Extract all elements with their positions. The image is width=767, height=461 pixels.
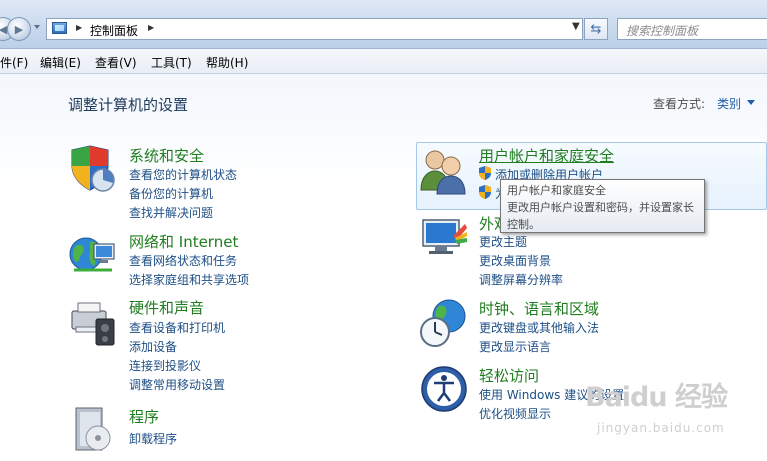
page-title: 调整计算机的设置: [68, 96, 189, 114]
category-hardware-sound[interactable]: 硬件和声音: [129, 297, 204, 318]
link-homegroup-sharing[interactable]: 选择家庭组和共享选项: [129, 271, 249, 288]
menu-help[interactable]: 帮助(H): [206, 54, 248, 71]
menu-bar: 件(F) 编辑(E) 查看(V) 工具(T) 帮助(H): [0, 49, 767, 74]
ease-of-access-icon[interactable]: [419, 364, 469, 414]
breadcrumb-separator-icon[interactable]: ▶: [148, 23, 154, 32]
forward-button[interactable]: ▶: [7, 17, 31, 41]
view-by-dropdown[interactable]: 类别: [717, 95, 741, 112]
view-by-label: 查看方式:: [653, 97, 706, 111]
hardware-sound-icon[interactable]: [68, 297, 118, 347]
watermark: Baidu 经验 jingyan.baidu.com: [585, 375, 755, 443]
link-troubleshoot[interactable]: 查找并解决问题: [129, 204, 213, 221]
refresh-icon: ⇆: [590, 21, 602, 37]
link-mobility-settings[interactable]: 调整常用移动设置: [129, 376, 225, 393]
link-change-display-language[interactable]: 更改显示语言: [479, 338, 551, 355]
link-uninstall-program[interactable]: 卸载程序: [129, 430, 177, 447]
tooltip-body: 更改用户帐户设置和密码，并设置家长控制。: [507, 201, 694, 231]
tooltip-title: 用户帐户和家庭安全: [507, 184, 606, 197]
category-ease-of-access[interactable]: 轻松访问: [479, 365, 539, 386]
link-devices-printers[interactable]: 查看设备和打印机: [129, 319, 225, 336]
address-bar[interactable]: ▶ 控制面板 ▶ ▼: [46, 18, 583, 40]
category-system-security[interactable]: 系统和安全: [129, 145, 204, 166]
watermark-url: jingyan.baidu.com: [597, 421, 725, 435]
link-add-device[interactable]: 添加设备: [129, 338, 177, 355]
category-clock-language-region[interactable]: 时钟、语言和区域: [479, 298, 599, 319]
menu-edit[interactable]: 编辑(E): [40, 54, 81, 71]
menu-tools[interactable]: 工具(T): [151, 54, 192, 71]
user-accounts-icon[interactable]: [419, 146, 469, 196]
tooltip: 用户帐户和家庭安全 更改用户帐户设置和密码，并设置家长控制。: [500, 179, 705, 233]
category-user-accounts[interactable]: 用户帐户和家庭安全: [479, 145, 614, 166]
search-input[interactable]: 搜索控制面板: [617, 18, 767, 40]
system-security-icon[interactable]: [68, 144, 118, 194]
breadcrumb-control-panel[interactable]: 控制面板: [90, 22, 138, 39]
uac-shield-icon: [479, 185, 491, 199]
category-network-internet[interactable]: 网络和 Internet: [129, 231, 238, 252]
breadcrumb-separator-icon[interactable]: ▶: [76, 23, 82, 32]
programs-icon[interactable]: [68, 404, 118, 454]
appearance-icon[interactable]: [419, 214, 469, 264]
link-change-theme[interactable]: 更改主题: [479, 233, 527, 250]
clock-language-region-icon[interactable]: [419, 298, 469, 348]
link-network-status[interactable]: 查看网络状态和任务: [129, 252, 237, 269]
network-internet-icon[interactable]: [68, 232, 118, 282]
category-programs[interactable]: 程序: [129, 406, 159, 427]
forward-arrow-icon: ▶: [14, 22, 24, 36]
menu-file[interactable]: 件(F): [0, 54, 28, 71]
watermark-logo: Baidu 经验: [585, 382, 728, 413]
recent-pages-dropdown[interactable]: [34, 25, 40, 29]
uac-shield-icon: [479, 166, 491, 180]
link-change-input-method[interactable]: 更改键盘或其他输入法: [479, 319, 599, 336]
search-placeholder: 搜索控制面板: [626, 24, 699, 38]
chevron-down-icon[interactable]: [747, 100, 755, 105]
control-panel-icon: [52, 22, 67, 34]
navigation-bar: ◀ ▶ ▶ 控制面板 ▶ ▼ ⇆ 搜索控制面板: [0, 0, 767, 49]
address-dropdown-icon[interactable]: ▼: [572, 21, 580, 32]
link-view-computer-status[interactable]: 查看您的计算机状态: [129, 166, 237, 183]
link-optimize-display[interactable]: 优化视频显示: [479, 405, 551, 422]
link-backup-computer[interactable]: 备份您的计算机: [129, 185, 213, 202]
menu-view[interactable]: 查看(V): [95, 54, 137, 71]
link-change-background[interactable]: 更改桌面背景: [479, 252, 551, 269]
refresh-button[interactable]: ⇆: [584, 18, 608, 40]
link-screen-resolution[interactable]: 调整屏幕分辨率: [479, 271, 563, 288]
link-connect-projector[interactable]: 连接到投影仪: [129, 357, 201, 374]
